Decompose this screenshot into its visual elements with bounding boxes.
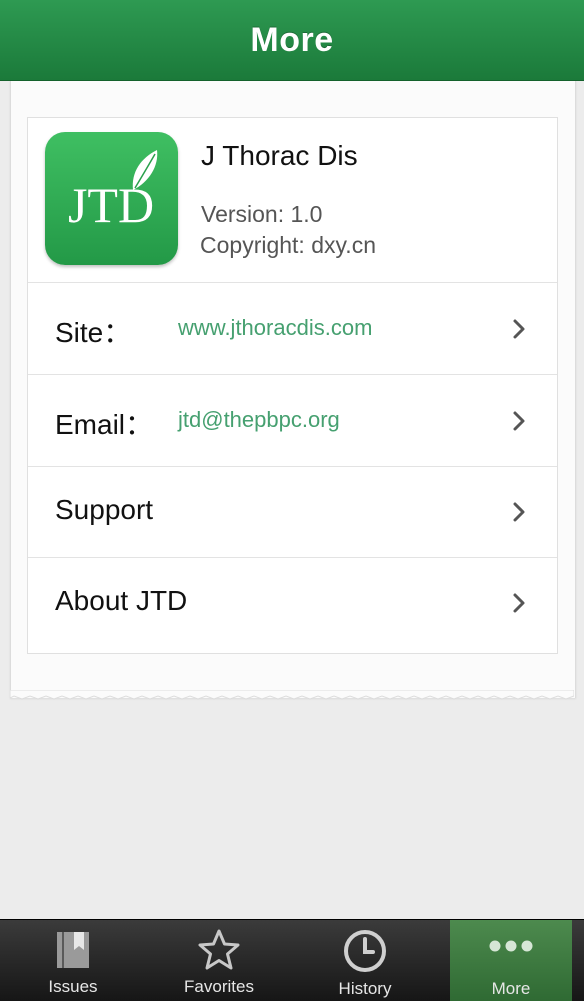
app-logo: JTD [45, 132, 178, 265]
tab-more-label: More [491, 979, 531, 998]
navigation-bar: More [0, 0, 584, 81]
about-row[interactable]: About JTD [28, 557, 557, 652]
email-label: Email： [55, 409, 154, 440]
site-row[interactable]: Site： www.jthoracdis.com [28, 283, 557, 375]
app-name: J Thorac Dis [201, 140, 358, 171]
support-row[interactable]: Support [28, 466, 557, 558]
email-address[interactable]: jtd@thepbpc.org [178, 407, 340, 433]
tab-issues[interactable]: Issues [0, 920, 146, 1001]
page-title: More [250, 20, 334, 59]
issues-icon [57, 932, 89, 968]
tab-more[interactable]: More [450, 920, 572, 1001]
chevron-right-icon [513, 502, 525, 522]
tab-bar: Issues Favorites History More [0, 919, 584, 1001]
paper-torn-edge [10, 690, 574, 700]
chevron-right-icon [513, 411, 525, 431]
tab-favorites-label: Favorites [184, 977, 254, 996]
more-dots-icon [489, 940, 533, 952]
email-row[interactable]: Email： jtd@thepbpc.org [28, 375, 557, 467]
site-url[interactable]: www.jthoracdis.com [178, 315, 372, 341]
tab-history-label: History [338, 979, 392, 998]
chevron-right-icon [513, 319, 525, 339]
tab-history[interactable]: History [292, 920, 438, 1001]
app-copyright: Copyright: dxy.cn [200, 232, 376, 258]
svg-text:JTD: JTD [68, 177, 154, 233]
site-label: Site： [55, 317, 132, 348]
star-icon [198, 929, 240, 970]
tab-favorites[interactable]: Favorites [146, 920, 292, 1001]
app-info-section: JTD J Thorac Dis Version: 1.0 Copyright:… [28, 118, 557, 283]
app-version: Version: 1.0 [201, 201, 323, 227]
tab-issues-label: Issues [48, 977, 98, 996]
clock-icon [344, 930, 386, 972]
info-card: JTD J Thorac Dis Version: 1.0 Copyright:… [27, 117, 558, 654]
about-label: About JTD [55, 585, 188, 616]
support-label: Support [55, 494, 154, 525]
chevron-right-icon [513, 593, 525, 613]
